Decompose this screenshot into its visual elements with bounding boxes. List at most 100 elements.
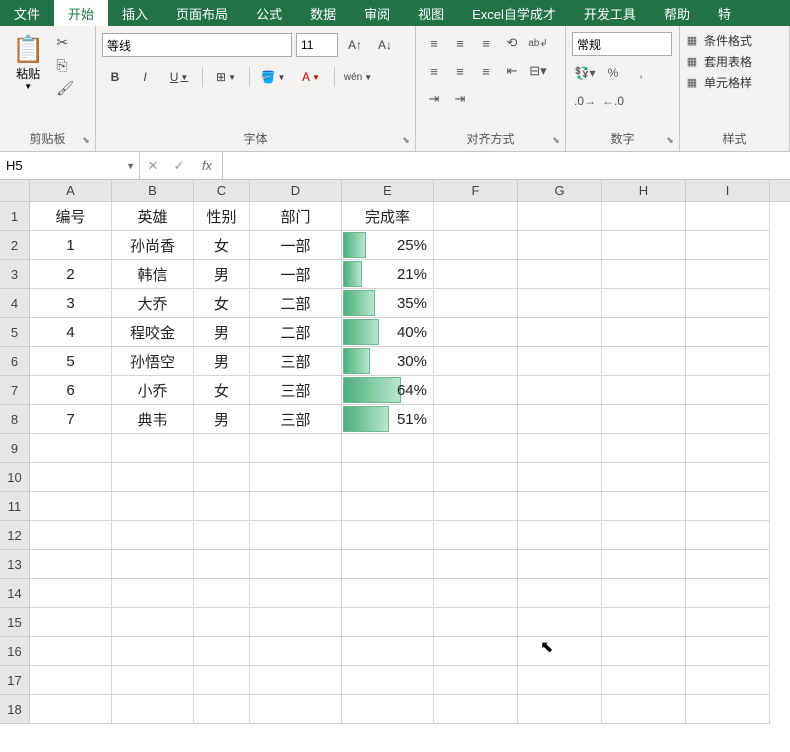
cell[interactable] [434, 405, 518, 434]
row-header[interactable]: 14 [0, 579, 30, 608]
cell[interactable] [602, 318, 686, 347]
decrease-indent-icon[interactable]: ⇤ [500, 60, 524, 82]
cell[interactable]: 孙悟空 [112, 347, 194, 376]
cell[interactable] [602, 463, 686, 492]
cell[interactable] [250, 579, 342, 608]
cell[interactable] [342, 608, 434, 637]
cell[interactable] [602, 695, 686, 724]
cell[interactable] [602, 376, 686, 405]
cell[interactable]: 三部 [250, 405, 342, 434]
cell[interactable] [602, 637, 686, 666]
cell[interactable] [194, 666, 250, 695]
cell[interactable] [686, 492, 770, 521]
cell[interactable] [30, 666, 112, 695]
row-header[interactable]: 18 [0, 695, 30, 724]
cell[interactable] [342, 521, 434, 550]
increase-font-icon[interactable]: A↑ [342, 32, 368, 58]
cell[interactable] [518, 463, 602, 492]
cell[interactable] [194, 434, 250, 463]
cell[interactable] [434, 695, 518, 724]
cell[interactable] [602, 434, 686, 463]
number-format-select[interactable] [572, 32, 672, 56]
cell[interactable]: 典韦 [112, 405, 194, 434]
cell[interactable] [518, 637, 602, 666]
cell[interactable]: 51% [342, 405, 434, 434]
cell[interactable]: 孙尚香 [112, 231, 194, 260]
cell[interactable]: 一部 [250, 260, 342, 289]
cell[interactable] [30, 637, 112, 666]
cell[interactable]: 英雄 [112, 202, 194, 231]
cell[interactable] [518, 202, 602, 231]
cell[interactable] [194, 608, 250, 637]
row-header[interactable]: 9 [0, 434, 30, 463]
tab-review[interactable]: 审阅 [350, 0, 404, 26]
cell[interactable] [434, 347, 518, 376]
cell[interactable] [112, 579, 194, 608]
col-header-I[interactable]: I [686, 180, 770, 201]
cell[interactable]: 女 [194, 376, 250, 405]
cell[interactable] [434, 463, 518, 492]
cell[interactable] [518, 405, 602, 434]
increase-indent-icon[interactable]: ⇥ [422, 88, 446, 110]
cell[interactable] [250, 637, 342, 666]
cell[interactable] [250, 463, 342, 492]
row-header[interactable]: 16 [0, 637, 30, 666]
format-painter-icon[interactable]: 🖌 [56, 80, 74, 97]
cell[interactable] [602, 608, 686, 637]
wrap-text-icon[interactable]: ab↲ [526, 32, 550, 54]
tab-data[interactable]: 数据 [296, 0, 350, 26]
cell[interactable] [686, 434, 770, 463]
cell[interactable] [686, 405, 770, 434]
cell[interactable] [518, 666, 602, 695]
cell[interactable] [686, 318, 770, 347]
cell[interactable]: 男 [194, 347, 250, 376]
cell[interactable] [686, 695, 770, 724]
phonetic-button[interactable]: wén▼ [341, 64, 375, 90]
cell[interactable] [434, 289, 518, 318]
cell[interactable] [434, 318, 518, 347]
row-header[interactable]: 8 [0, 405, 30, 434]
col-header-F[interactable]: F [434, 180, 518, 201]
cell[interactable] [686, 347, 770, 376]
cell[interactable] [602, 405, 686, 434]
cell[interactable]: 韩信 [112, 260, 194, 289]
col-header-A[interactable]: A [30, 180, 112, 201]
cell[interactable] [250, 492, 342, 521]
col-header-D[interactable]: D [250, 180, 342, 201]
cell[interactable] [112, 608, 194, 637]
row-header[interactable]: 10 [0, 463, 30, 492]
cell[interactable] [112, 521, 194, 550]
cell[interactable]: 30% [342, 347, 434, 376]
fill-color-button[interactable]: 🪣▼ [256, 64, 290, 90]
cancel-icon[interactable]: ✕ [140, 152, 166, 179]
enter-icon[interactable]: ✓ [166, 152, 192, 179]
cell[interactable] [518, 318, 602, 347]
conditional-formatting-button[interactable]: ▦ 条件格式 [684, 32, 752, 49]
cell[interactable]: 21% [342, 260, 434, 289]
cell[interactable]: 40% [342, 318, 434, 347]
alignment-launcher-icon[interactable]: ⬊ [549, 135, 563, 149]
font-color-button[interactable]: A▼ [294, 64, 328, 90]
cell[interactable] [112, 637, 194, 666]
align-bottom-icon[interactable]: ≡ [474, 32, 498, 54]
align-left-icon[interactable]: ≡ [422, 60, 446, 82]
cell[interactable] [518, 434, 602, 463]
col-header-E[interactable]: E [342, 180, 434, 201]
cell[interactable]: 35% [342, 289, 434, 318]
cell[interactable] [518, 608, 602, 637]
align-right-icon[interactable]: ≡ [474, 60, 498, 82]
font-launcher-icon[interactable]: ⬊ [399, 135, 413, 149]
chevron-down-icon[interactable]: ▼ [126, 161, 135, 171]
row-header[interactable]: 17 [0, 666, 30, 695]
increase-decimal-icon[interactable]: .0→ [572, 90, 598, 112]
cell[interactable] [342, 550, 434, 579]
cell[interactable] [434, 579, 518, 608]
percent-format-icon[interactable]: % [600, 62, 626, 84]
row-header[interactable]: 7 [0, 376, 30, 405]
cell[interactable]: 男 [194, 405, 250, 434]
cell[interactable] [686, 666, 770, 695]
cell[interactable] [250, 666, 342, 695]
cell[interactable]: 大乔 [112, 289, 194, 318]
row-header[interactable]: 12 [0, 521, 30, 550]
cell[interactable] [518, 347, 602, 376]
